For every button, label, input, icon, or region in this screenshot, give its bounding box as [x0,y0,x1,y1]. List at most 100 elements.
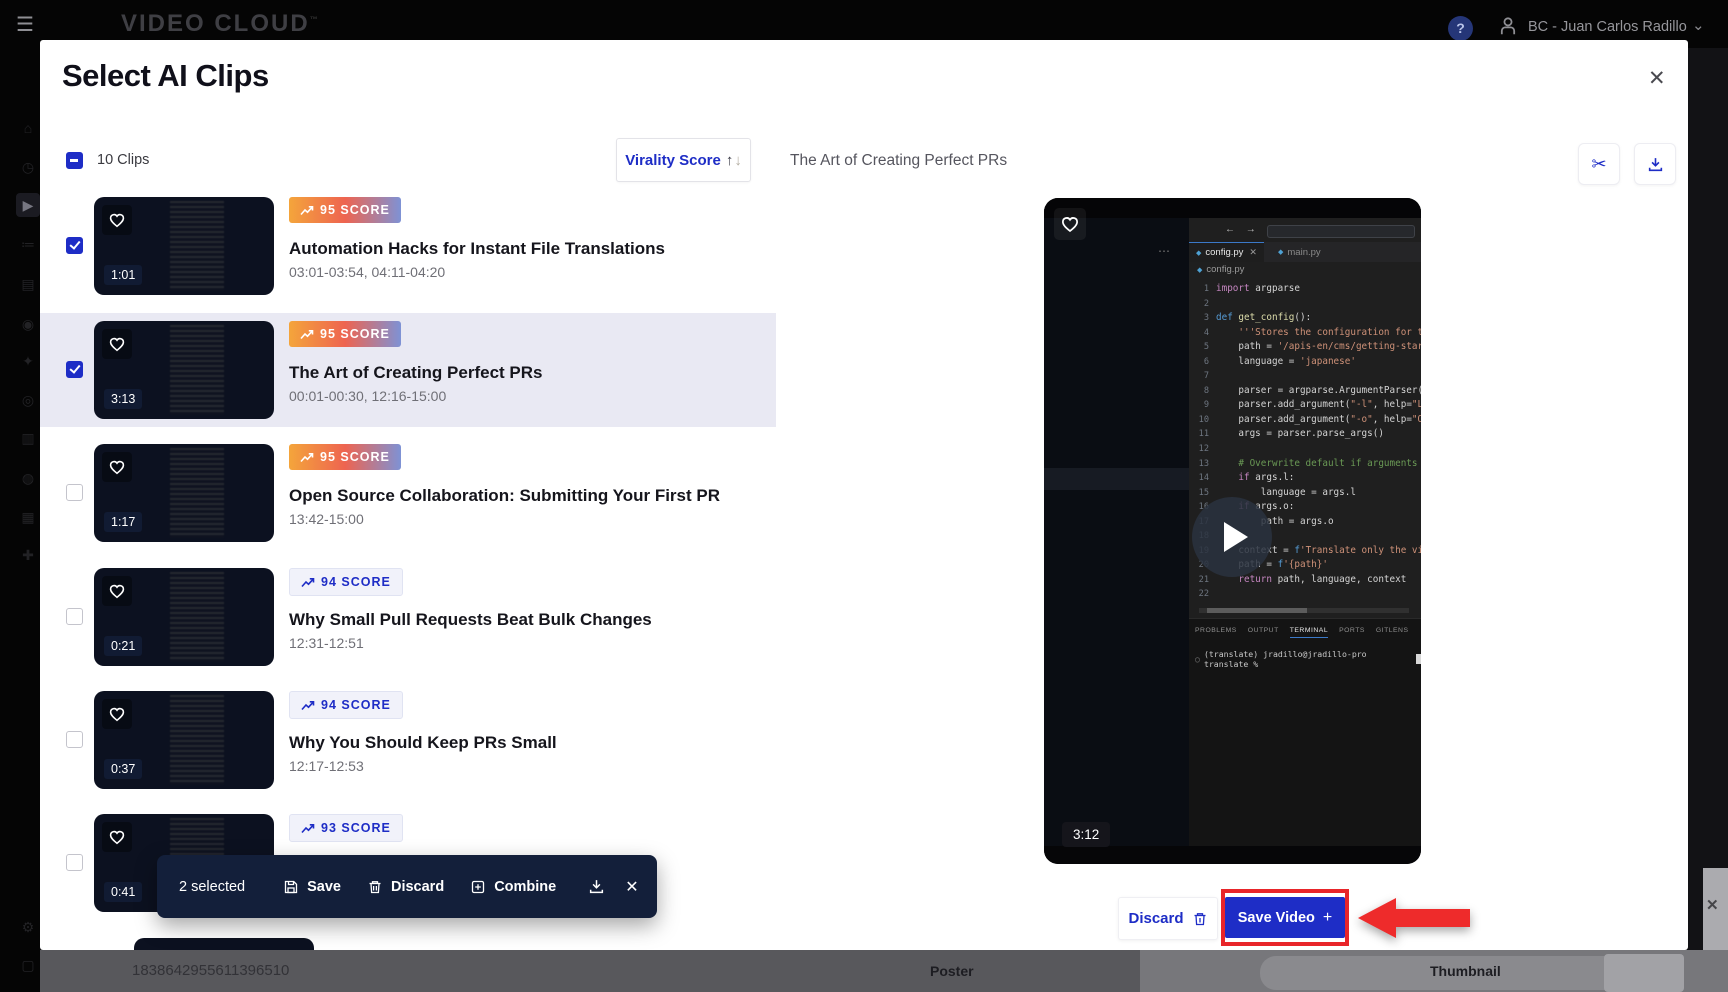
panel-tab-terminal[interactable]: TERMINAL [1290,627,1328,638]
trending-up-icon [301,577,315,588]
clip-list-item[interactable]: 1:17 95 SCORE Open Source Collaboration:… [40,436,776,550]
audience-icon[interactable]: ▦ [16,505,40,529]
code-line: 2 [1189,297,1421,312]
clip-thumbnail[interactable]: 0:37 [94,691,274,789]
discard-button[interactable]: Discard [1118,897,1218,940]
download-selected-icon[interactable] [588,878,605,895]
ellipsis-icon: ⋯ [1158,244,1170,258]
marketplace-icon[interactable]: ▢ [16,953,40,977]
home-icon[interactable]: ⌂ [16,116,40,140]
video-player[interactable]: ⋯ ← → ◆ config.py ✕ ◆ main.py ◆ config.p… [1044,198,1421,864]
history-icon[interactable]: ◷ [16,155,40,179]
videos-icon[interactable]: ▶ [16,193,40,217]
hamburger-menu-icon[interactable]: ☰ [16,12,34,37]
chevron-down-icon[interactable]: ⌄ [1692,16,1705,34]
clip-title: Why Small Pull Requests Beat Bulk Change… [289,610,652,630]
trash-icon [367,879,383,895]
integrations-icon[interactable]: ✚ [16,543,40,567]
clip-checkbox[interactable] [66,731,83,748]
media-icon[interactable]: ▤ [16,272,40,296]
code-line: 14 if args.l: [1189,471,1421,486]
background-video-id: 1838642955611396510 [132,962,289,979]
clips-list: 1:01 95 SCORE Automation Hacks for Insta… [40,40,776,950]
trademark-icon: ™ [310,15,320,24]
clip-title: Open Source Collaboration: Submitting Yo… [289,486,720,506]
save-selected-button[interactable]: Save [283,879,341,895]
editor-breadcrumb: ◆ config.py [1197,264,1244,275]
tab-config-py[interactable]: ◆ config.py ✕ [1189,242,1264,262]
preview-clip-title: The Art of Creating Perfect PRs [790,152,1007,170]
editor-scrollbar[interactable] [1199,608,1409,613]
favorite-heart-icon[interactable] [102,699,132,729]
player-icon[interactable]: ◍ [16,466,40,490]
python-file-icon: ◆ [1278,248,1283,256]
favorite-heart-icon[interactable] [102,576,132,606]
clip-thumbnail[interactable]: 1:17 [94,444,274,542]
panel-tab-output[interactable]: OUTPUT [1248,627,1279,638]
clip-meta: 94 SCORE Why Small Pull Requests Beat Bu… [289,560,769,674]
clip-title: Why You Should Keep PRs Small [289,733,557,753]
clip-list-item[interactable]: 1:01 95 SCORE Automation Hacks for Insta… [40,189,776,303]
background-poster-label: Poster [930,963,974,979]
clip-checkbox[interactable] [66,237,83,254]
sidebar: ⌂ ◷ ▶ ≔ ▤ ◉ ✦ ◎ ▥ ◍ ▦ ✚ ⚙ ▢ [0,48,40,992]
tab-main-py[interactable]: ◆ main.py [1271,242,1328,262]
clip-checkbox[interactable] [66,484,83,501]
selection-bar-close-icon[interactable]: ✕ [625,877,638,897]
clip-thumbnail[interactable]: 1:01 [94,197,274,295]
clip-checkbox[interactable] [66,361,83,378]
clip-list-item[interactable]: 0:37 94 SCORE Why You Should Keep PRs Sm… [40,683,776,797]
clip-checkbox[interactable] [66,608,83,625]
tab-close-icon[interactable]: ✕ [1249,247,1257,258]
thumbnail-preview [170,572,224,662]
favorite-heart-icon[interactable] [102,205,132,235]
save-floppy-icon [283,879,299,895]
python-file-icon: ◆ [1197,266,1202,274]
trending-up-icon [300,329,314,340]
code-line: 7 [1189,369,1421,384]
selected-count-label: 2 selected [179,879,245,895]
favorite-heart-icon[interactable] [102,329,132,359]
discard-selected-button[interactable]: Discard [367,879,444,895]
virality-score-badge: 95 SCORE [289,321,401,347]
clip-timecodes: 13:42-15:00 [289,511,364,527]
trending-up-icon [301,700,315,711]
save-video-button[interactable]: Save Video + [1225,897,1345,938]
clip-duration-badge: 0:41 [104,882,142,902]
modal-close-icon[interactable]: ✕ [1648,66,1666,91]
playlists-icon[interactable]: ≔ [16,232,40,256]
selection-action-bar: 2 selected Save Discard Combine ✕ [157,855,657,918]
favorite-heart-icon[interactable] [102,452,132,482]
live-icon[interactable]: ◉ [16,312,40,336]
clip-title: Automation Hacks for Instant File Transl… [289,239,665,259]
user-avatar-icon[interactable] [1497,15,1519,37]
play-button[interactable] [1192,497,1272,577]
clip-list-item[interactable]: 3:13 95 SCORE The Art of Creating Perfec… [40,313,776,427]
location-icon[interactable]: ◎ [16,388,40,412]
account-name[interactable]: BC - Juan Carlos Radillo [1528,19,1687,35]
clip-duration-badge: 1:01 [104,265,142,285]
help-icon[interactable]: ? [1448,16,1473,41]
panel-tab-gitlens[interactable]: GITLENS [1376,627,1409,638]
settings-icon[interactable]: ⚙ [16,915,40,939]
clip-checkbox[interactable] [66,854,83,871]
analytics-icon[interactable]: ▥ [16,426,40,450]
code-line: 13 # Overwrite default if arguments were… [1189,457,1421,472]
panel-tab-ports[interactable]: PORTS [1339,627,1365,638]
favorite-heart-icon[interactable] [102,822,132,852]
panel-tab-problems[interactable]: PROBLEMS [1195,627,1237,638]
virality-score-badge: 95 SCORE [289,197,401,223]
clip-thumbnail[interactable]: 0:21 [94,568,274,666]
trending-up-icon [300,205,314,216]
clip-list-item[interactable]: 0:21 94 SCORE Why Small Pull Requests Be… [40,560,776,674]
combine-plus-icon [470,879,486,895]
blurred-sidebar-band [1044,468,1189,490]
social-icon[interactable]: ✦ [16,349,40,373]
code-line: 4 '''Stores the configuration for the wh… [1189,326,1421,341]
favorite-heart-icon[interactable] [1054,208,1086,240]
combine-selected-button[interactable]: Combine [470,879,556,895]
scissors-trim-button[interactable]: ✂ [1578,143,1620,185]
download-clip-button[interactable] [1634,143,1676,185]
clip-thumbnail[interactable]: 3:13 [94,321,274,419]
terminal-prompt: ○ (translate) jradillo@jradillo-pro tran… [1195,649,1421,669]
